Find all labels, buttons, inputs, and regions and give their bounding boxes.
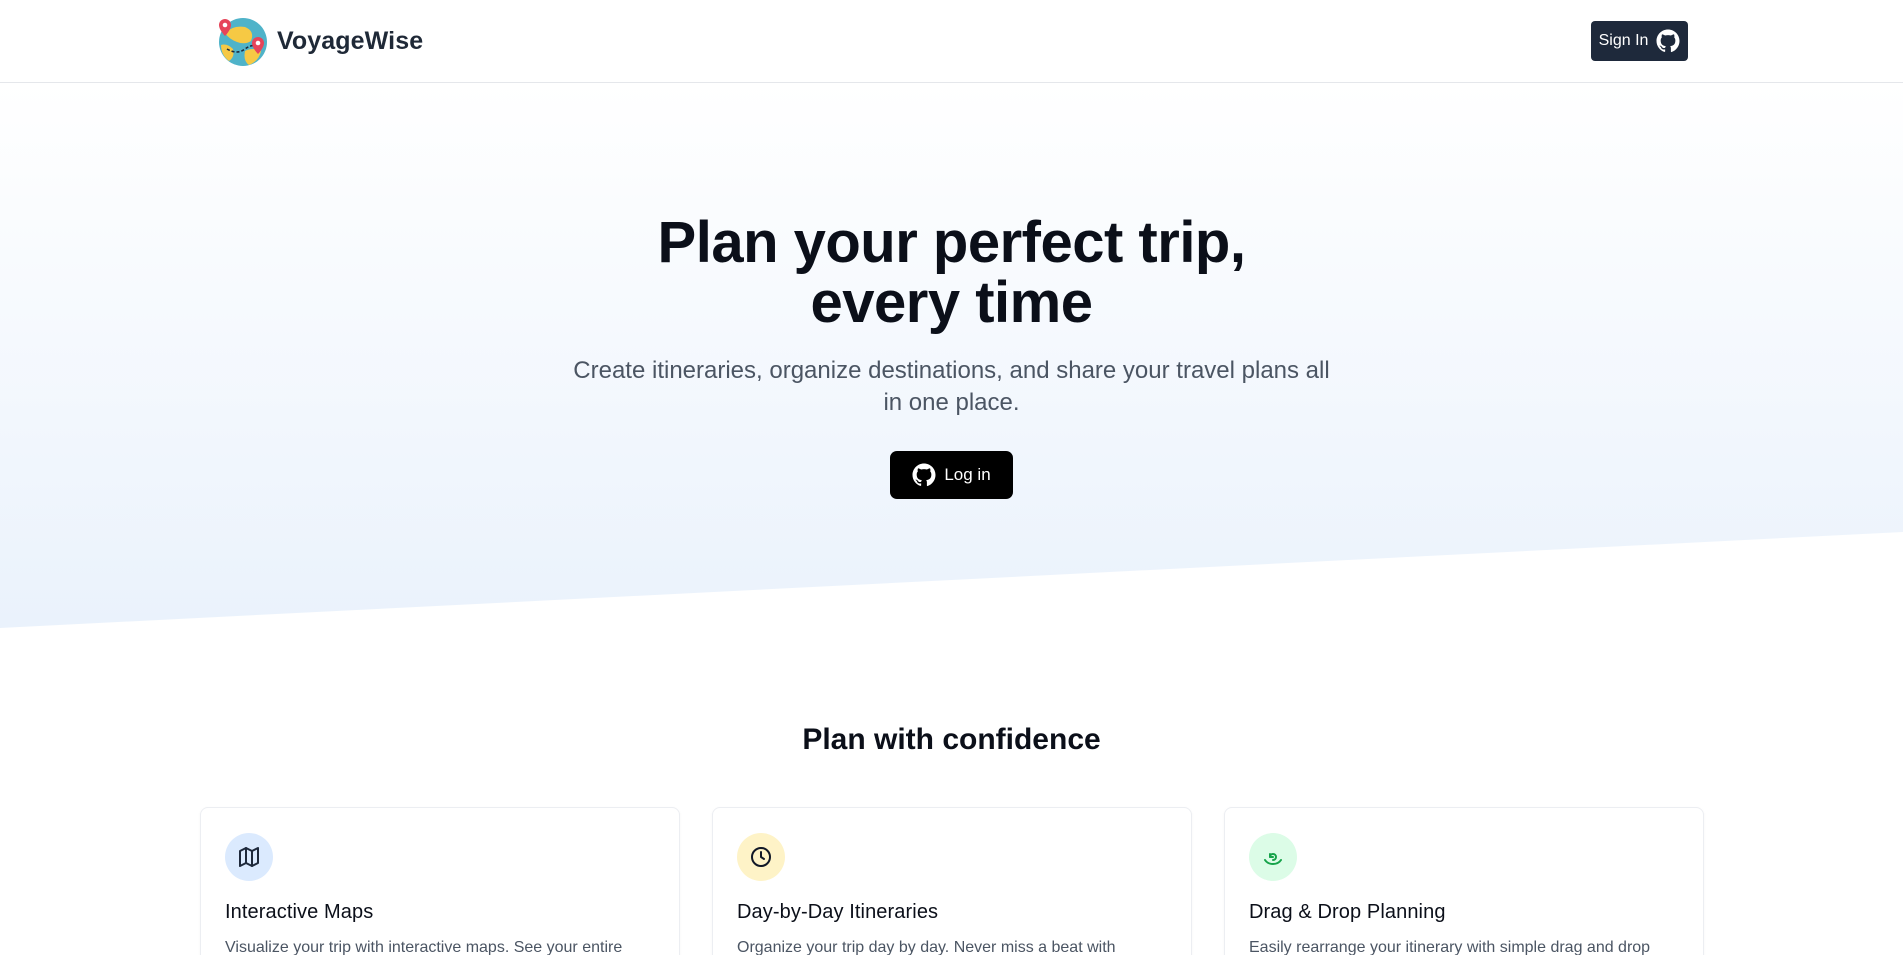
feature-description: Easily rearrange your itinerary with sim… (1249, 939, 1651, 955)
github-icon (912, 463, 936, 487)
feature-description: Organize your trip day by day. Never mis… (737, 939, 1116, 955)
feature-title: Day-by-Day Itineraries (737, 901, 939, 923)
hero-subtitle: Create itineraries, organize destination… (571, 355, 1332, 419)
feature-title: Interactive Maps (225, 901, 374, 923)
brand-link[interactable]: VoyageWise (215, 15, 423, 67)
top-navbar: VoyageWise Sign In (0, 0, 1903, 83)
hero-subtitle-line2: in one place. (883, 389, 1020, 416)
feature-card-interactive-maps: Interactive Maps Visualize your trip wit… (200, 807, 680, 955)
hero-title-line2: every time (810, 270, 1093, 335)
github-icon (1656, 29, 1680, 53)
feature-description: Visualize your trip with interactive map… (225, 939, 623, 955)
globe-logo-icon (215, 15, 267, 67)
undo-arrow-icon (1249, 833, 1297, 881)
feature-card-day-by-day: Day-by-Day Itineraries Organize your tri… (712, 807, 1192, 955)
feature-card-drag-drop: Drag & Drop Planning Easily rearrange yo… (1224, 807, 1704, 955)
log-in-label: Log in (944, 465, 991, 484)
hero-section: Plan your perfect trip, every time Creat… (0, 83, 1903, 628)
features-heading: Plan with confidence (802, 723, 1101, 756)
hero-title: Plan your perfect trip, every time (0, 213, 1903, 333)
hero-subtitle-line1: Create itineraries, organize destination… (573, 357, 1330, 384)
brand-name: VoyageWise (277, 26, 424, 55)
log-in-button[interactable]: Log in (890, 451, 1013, 499)
map-icon (225, 833, 273, 881)
hero-title-line1: Plan your perfect trip, (657, 210, 1246, 275)
sign-in-label: Sign In (1598, 32, 1649, 49)
sign-in-button[interactable]: Sign In (1591, 21, 1688, 61)
clock-icon (737, 833, 785, 881)
feature-title: Drag & Drop Planning (1249, 901, 1446, 923)
